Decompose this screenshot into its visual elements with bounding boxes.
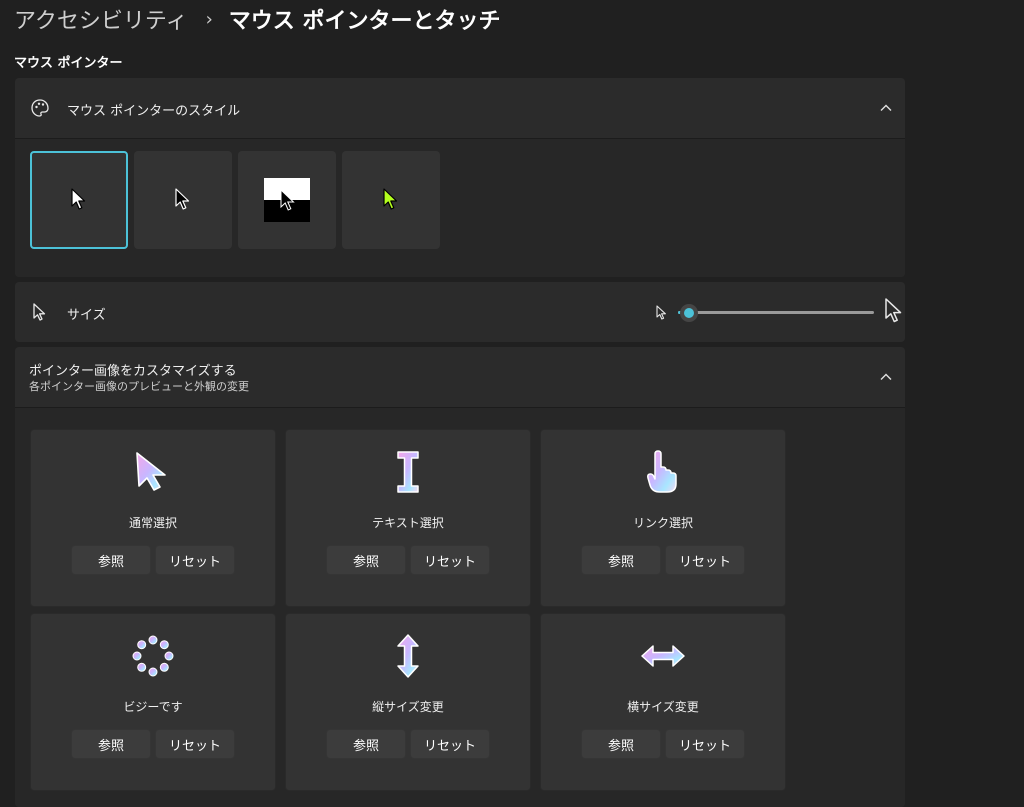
- browse-button[interactable]: 参照: [581, 545, 661, 575]
- pointer-style-options: [15, 138, 905, 277]
- slider-track[interactable]: [678, 311, 874, 314]
- tile-label: ビジーです: [123, 700, 183, 714]
- pointer-tile-horizontal-resize: 横サイズ変更 参照 リセット: [540, 613, 786, 791]
- white-pointer-icon: [71, 188, 86, 210]
- reset-button[interactable]: リセット: [665, 545, 745, 575]
- pointer-style-custom-option[interactable]: [342, 151, 440, 249]
- pointer-style-card: マウス ポインターのスタイル: [15, 78, 905, 277]
- size-card: サイズ: [15, 282, 905, 342]
- text-cursor-icon: [397, 451, 419, 493]
- pointer-tile-text-select: テキスト選択 参照 リセット: [285, 429, 531, 607]
- tile-label: 横サイズ変更: [627, 700, 699, 714]
- breadcrumb: アクセシビリティ › マウス ポインターとタッチ: [14, 2, 500, 36]
- section-heading: マウス ポインター: [14, 56, 123, 71]
- reset-button[interactable]: リセット: [665, 729, 745, 759]
- small-pointer-icon: [656, 305, 666, 320]
- palette-icon: [31, 99, 49, 117]
- arrow-pointer-icon: [136, 452, 166, 491]
- browse-button[interactable]: 参照: [326, 545, 406, 575]
- breadcrumb-separator: ›: [205, 8, 213, 30]
- pointer-icon: [33, 303, 46, 321]
- browse-button[interactable]: 参照: [71, 729, 151, 759]
- black-pointer-icon: [175, 188, 190, 210]
- pointer-tile-link-select: リンク選択 参照 リセット: [540, 429, 786, 607]
- pointer-tile-normal-select: 通常選択 参照 リセット: [30, 429, 276, 607]
- busy-spinner-icon: [132, 635, 174, 677]
- pointer-style-black-option[interactable]: [134, 151, 232, 249]
- pointer-style-header[interactable]: マウス ポインターのスタイル: [15, 78, 905, 138]
- pointer-style-white-option[interactable]: [30, 151, 128, 249]
- horizontal-resize-icon: [641, 645, 685, 667]
- tile-label: リンク選択: [632, 516, 693, 530]
- size-label: サイズ: [67, 308, 106, 323]
- pointer-size-slider[interactable]: [656, 282, 906, 342]
- chevron-up-icon[interactable]: [879, 101, 893, 115]
- customize-pointer-card: ポインター画像をカスタマイズする 各ポインター画像のプレビューと外観の変更 通常…: [15, 347, 905, 807]
- chevron-up-icon[interactable]: [879, 370, 893, 384]
- customize-body: 通常選択 参照 リセット テキスト選択 参照 リセット リンク選択 参照 リセッ…: [15, 407, 905, 807]
- pointer-style-inverted-option[interactable]: [238, 151, 336, 249]
- pointer-tile-busy: ビジーです 参照 リセット: [30, 613, 276, 791]
- inverted-pointer-icon: [264, 178, 310, 222]
- browse-button[interactable]: 参照: [581, 729, 661, 759]
- tile-label: 縦サイズ変更: [372, 700, 444, 714]
- vertical-resize-icon: [397, 634, 419, 678]
- customize-subtitle: 各ポインター画像のプレビューと外観の変更: [29, 380, 249, 393]
- tile-label: 通常選択: [128, 516, 177, 530]
- hand-pointer-icon: [647, 450, 677, 493]
- reset-button[interactable]: リセット: [155, 545, 235, 575]
- browse-button[interactable]: 参照: [326, 729, 406, 759]
- customize-title: ポインター画像をカスタマイズする: [29, 364, 237, 379]
- tile-label: テキスト選択: [372, 516, 444, 530]
- reset-button[interactable]: リセット: [155, 729, 235, 759]
- pointer-style-label: マウス ポインターのスタイル: [67, 104, 241, 119]
- reset-button[interactable]: リセット: [410, 545, 490, 575]
- custom-color-pointer-icon: [383, 188, 398, 210]
- pointer-tile-vertical-resize: 縦サイズ変更 参照 リセット: [285, 613, 531, 791]
- browse-button[interactable]: 参照: [71, 545, 151, 575]
- customize-header[interactable]: ポインター画像をカスタマイズする 各ポインター画像のプレビューと外観の変更: [15, 347, 905, 407]
- large-pointer-icon: [885, 298, 902, 323]
- slider-thumb[interactable]: [680, 304, 698, 322]
- page-title: マウス ポインターとタッチ: [228, 9, 501, 34]
- reset-button[interactable]: リセット: [410, 729, 490, 759]
- breadcrumb-parent-link[interactable]: アクセシビリティ: [14, 3, 188, 35]
